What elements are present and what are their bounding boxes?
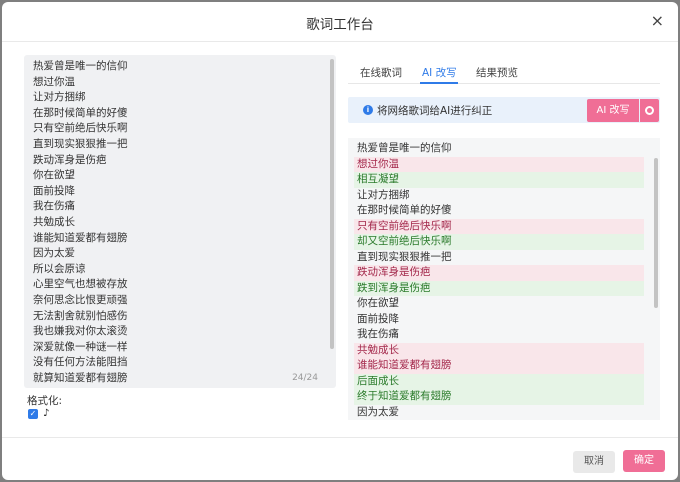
- lyrics-workbench-dialog: 歌词工作台 × 热爱曾是唯一的信仰 想过你温 让对方捆绑 在那时候简单的好傻 只有空前绝…: [2, 2, 678, 480]
- lyrics-lines: 热爱曾是唯一的信仰 想过你温让对方捆绑在那时候简单的好傻 只有空前绝后快乐啊 直到现实…: [33, 59, 128, 386]
- diff-line: 我在伤痛: [357, 328, 399, 340]
- diff-line: 热爱曾是唯一的信仰: [357, 142, 452, 154]
- diff-line-added: 相互凝望: [354, 172, 644, 188]
- lyric-line: 我在伤痛: [33, 200, 75, 213]
- lyric-line: 让对方捆绑: [33, 91, 86, 104]
- confirm-button[interactable]: 确定: [623, 450, 665, 472]
- lyric-line: 热爱曾是唯一的信仰: [33, 60, 128, 72]
- cancel-button[interactable]: 取消: [573, 451, 615, 473]
- active-tab-indicator: [420, 82, 458, 84]
- diff-line: 在那时候简单的好傻: [357, 204, 452, 216]
- lyric-line: 想过你温: [33, 75, 75, 88]
- info-text: 将网络歌词给AI进行纠正: [377, 105, 493, 117]
- diff-line-added: 却又空前绝后快乐啊: [354, 234, 644, 250]
- music-note-icon: ♪: [43, 408, 50, 419]
- tab-online-lyrics[interactable]: 在线歌词: [360, 65, 402, 80]
- format-checkbox[interactable]: ✓: [28, 408, 38, 419]
- lyric-line: 跌动浑身是伤疤: [33, 153, 107, 166]
- ai-rewrite-button[interactable]: AI 改写: [587, 99, 639, 122]
- diff-line-added: 终于知道爱都有翅膀: [354, 389, 644, 405]
- lyric-line: 谁能知道爱都有翅膀: [33, 231, 128, 244]
- lyric-line: 就算知道爱都有翅膀: [33, 371, 128, 384]
- diff-lines: 热爱曾是唯一的信仰想过你温 相互凝望 让对方捆绑在那时候简单的好傻只有空前绝后快乐啊…: [354, 141, 644, 420]
- lyric-line: 无法割舍就别怕感伤: [33, 309, 128, 322]
- rewrite-result-panel[interactable]: 热爱曾是唯一的信仰想过你温 相互凝望 让对方捆绑在那时候简单的好傻只有空前绝后快乐啊…: [348, 138, 660, 420]
- diff-line-removed: 谁能知道爱都有翅膀: [354, 358, 644, 374]
- lyric-line: 没有任何方法能阻挡: [33, 356, 128, 369]
- info-icon: i: [363, 105, 373, 115]
- diff-line-added: 跌到浑身是伤疤: [354, 280, 644, 296]
- tab-result-preview[interactable]: 结果预览: [476, 65, 518, 80]
- format-label: 格式化:: [27, 395, 63, 407]
- diff-line: 你在欲望: [357, 297, 399, 309]
- dialog-header: 歌词工作台 ×: [2, 2, 678, 42]
- diff-line-removed: 只有空前绝后快乐啊: [354, 218, 644, 234]
- lyric-line: 面前投降: [33, 184, 75, 197]
- diff-line: 因为太爱: [357, 405, 399, 418]
- lyric-line: 因为太爱: [33, 247, 75, 260]
- lyric-line: 你在欲望: [33, 169, 75, 182]
- tab-bar: 在线歌词 AI 改写 结果预览: [348, 58, 660, 84]
- lyrics-scrollbar[interactable]: [330, 59, 334, 349]
- dialog-title: 歌词工作台: [306, 17, 374, 33]
- format-option[interactable]: ✓ ♪: [28, 408, 49, 419]
- lyric-line: 奈何思念比恨更顽强: [33, 293, 128, 306]
- diff-line-removed: 跌动浑身是伤疤: [354, 265, 644, 281]
- line-counter: 24/24: [292, 373, 318, 383]
- lyric-line: 在那时候简单的好傻: [33, 106, 128, 119]
- close-icon[interactable]: ×: [651, 11, 664, 31]
- lyric-line: 深爱就像一种谜一样: [33, 340, 128, 353]
- footer-divider: [2, 437, 678, 438]
- diff-line: 面前投降: [357, 312, 399, 325]
- lyric-line: 所以会原谅: [33, 262, 86, 275]
- diff-line: 让对方捆绑: [357, 188, 410, 201]
- result-scrollbar[interactable]: [654, 158, 658, 308]
- diff-line-removed: 共勉成长: [354, 342, 644, 358]
- ai-settings-button[interactable]: [640, 99, 659, 122]
- tab-ai-rewrite[interactable]: AI 改写: [422, 65, 457, 80]
- lyric-line: 直到现实狠狠推一把: [33, 137, 128, 150]
- diff-line: 直到现实狠狠推一把: [357, 250, 452, 263]
- lyrics-textarea[interactable]: 热爱曾是唯一的信仰 想过你温让对方捆绑在那时候简单的好傻 只有空前绝后快乐啊 直到现实…: [24, 55, 336, 388]
- gear-icon: [645, 106, 654, 115]
- lyric-line: 只有空前绝后快乐啊: [33, 122, 128, 135]
- lyric-line: 我也嫌我对你太滚烫: [33, 325, 128, 338]
- diff-line-added: 后面成长: [354, 373, 644, 389]
- lyric-line: 共勉成长: [33, 215, 75, 228]
- diff-line-removed: 想过你温: [354, 156, 644, 172]
- lyric-line: 心里空气也想被存放: [33, 278, 128, 291]
